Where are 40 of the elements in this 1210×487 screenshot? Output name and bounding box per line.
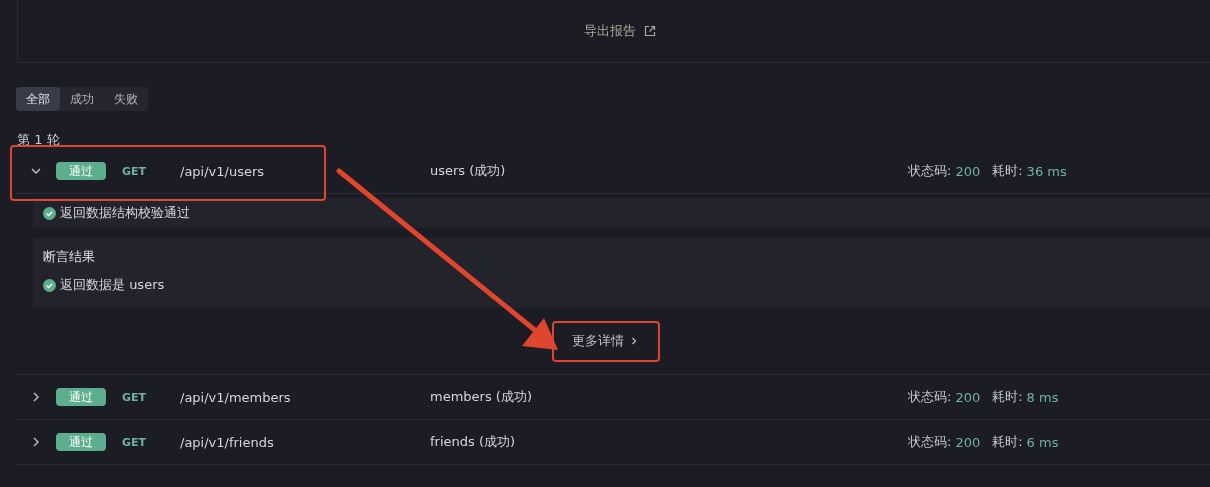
round-title: 第 1 轮 xyxy=(17,131,61,149)
response-time: 8 ms xyxy=(1026,389,1059,405)
http-method: GET xyxy=(122,164,148,178)
filter-tab[interactable]: 全部 xyxy=(16,87,60,111)
http-method: GET xyxy=(122,435,148,449)
time-label: 耗时: xyxy=(992,388,1023,406)
request-path: /api/v1/friends xyxy=(180,434,275,450)
request-path: /api/v1/members xyxy=(180,389,292,405)
request-name: members (成功) xyxy=(430,388,533,406)
external-link-icon xyxy=(644,25,656,37)
response-time: 6 ms xyxy=(1026,434,1059,450)
status-label: 状态码: xyxy=(908,433,952,451)
result-badge: 通过 xyxy=(56,388,106,406)
filter-tab[interactable]: 失败 xyxy=(104,87,148,111)
request-row[interactable]: 通过 GET /api/v1/friends friends (成功) 状态码: 200 耗时: 6 ms xyxy=(16,420,1210,465)
status-code: 200 xyxy=(955,389,981,405)
assertion-text: 返回数据是 users xyxy=(60,276,165,294)
request-name: friends (成功) xyxy=(430,433,517,451)
result-badge: 通过 xyxy=(56,162,106,180)
status-code: 200 xyxy=(955,163,981,179)
check-circle-icon xyxy=(43,206,56,220)
request-row[interactable]: 通过 GET /api/v1/users users (成功) 状态码: 200 耗时: 36 ms xyxy=(16,149,1210,194)
check-circle-icon xyxy=(43,278,56,292)
result-badge: 通过 xyxy=(56,433,106,451)
status-code: 200 xyxy=(955,434,981,450)
chevron-right-icon xyxy=(630,337,638,345)
status-label: 状态码: xyxy=(908,162,952,180)
more-details-button[interactable]: 更多详情 xyxy=(556,326,654,356)
schema-check-text: 返回数据结构校验通过 xyxy=(60,204,190,222)
filter-tab[interactable]: 成功 xyxy=(60,87,104,111)
assertion-title: 断言结果 xyxy=(43,248,96,266)
request-name: users (成功) xyxy=(430,162,507,180)
request-path: /api/v1/users xyxy=(180,163,266,179)
response-time: 36 ms xyxy=(1026,163,1067,179)
http-method: GET xyxy=(122,390,148,404)
time-label: 耗时: xyxy=(992,433,1023,451)
time-label: 耗时: xyxy=(992,162,1023,180)
status-label: 状态码: xyxy=(908,388,952,406)
export-report-link[interactable]: 导出报告 xyxy=(584,22,656,40)
request-row[interactable]: 通过 GET /api/v1/members members (成功) 状态码: 200 耗时: 8 ms xyxy=(16,375,1210,420)
